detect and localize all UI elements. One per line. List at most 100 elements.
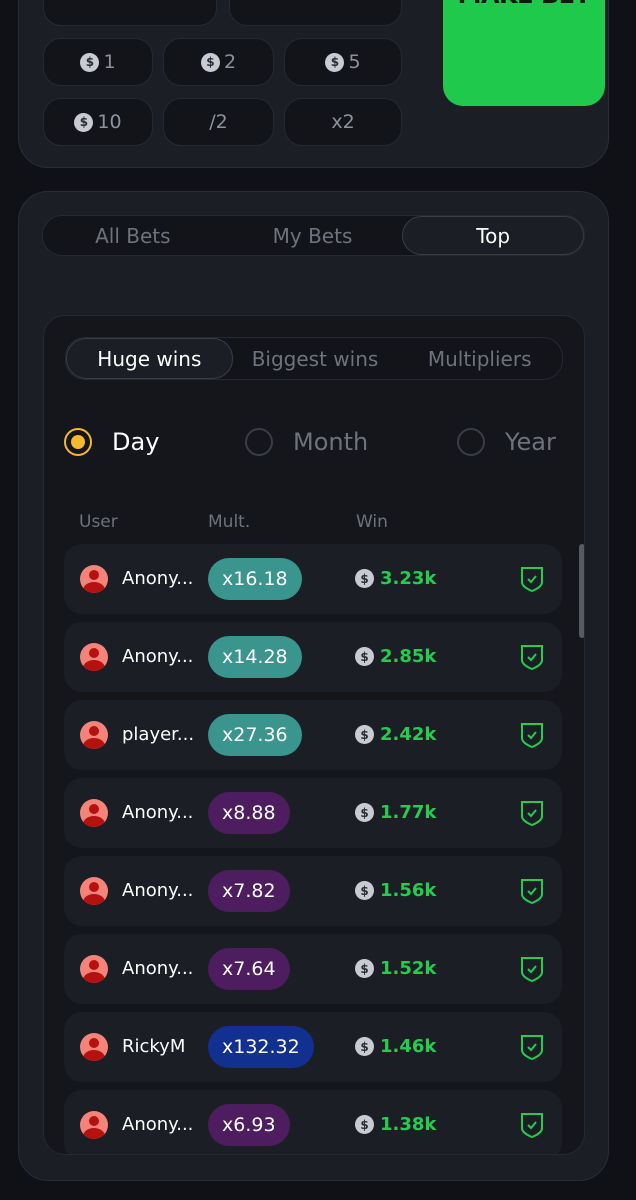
tab-my-bets[interactable]: My Bets [223,216,403,255]
provably-fair-shield-icon[interactable] [520,800,544,827]
table-row: Anony... x16.18 $3.23k [64,544,562,614]
coin-icon: $ [355,881,374,900]
provably-fair-shield-icon[interactable] [520,722,544,749]
coin-icon: $ [355,803,374,822]
win-amount: $1.38k [355,1114,436,1135]
win-amount: $1.56k [355,880,436,901]
coin-icon: $ [355,647,374,666]
chip-button[interactable]: $2 [163,38,274,86]
bets-tabs: All Bets My Bets Top [42,215,585,256]
win-value: 2.85k [380,646,437,667]
avatar [80,955,108,983]
radio-label: Day [112,428,160,456]
coin-icon: $ [355,1037,374,1056]
chip-label: 10 [97,111,122,133]
provably-fair-shield-icon[interactable] [520,644,544,671]
col-win: Win [356,512,388,532]
chip-button[interactable]: x2 [284,98,402,146]
win-value: 1.52k [380,958,437,979]
tab-huge-wins[interactable]: Huge wins [66,338,233,379]
win-amount: $1.52k [355,958,436,979]
provably-fair-shield-icon[interactable] [520,878,544,905]
radio-circle[interactable] [457,428,485,456]
top-tabs: Huge wins Biggest wins Multipliers [65,337,563,380]
avatar [80,565,108,593]
coin-icon: $ [325,52,345,72]
avatar [80,721,108,749]
radio-year[interactable]: Year [457,428,556,456]
make-bet-button[interactable]: MAKE BET [443,0,605,106]
top-wins-panel: Huge wins Biggest wins Multipliers Day Mont… [43,315,585,1155]
table-row: RickyM x132.32 $1.46k [64,1012,562,1082]
tab-top[interactable]: Top [402,216,585,255]
multiplier-badge: x132.32 [208,1026,314,1068]
bet-panel: $1$2$5$10/2x2 MAKE BET [18,0,609,168]
multiplier-badge: x14.28 [208,636,302,678]
chip-label: /2 [209,111,228,133]
chip-label: 2 [223,51,237,73]
table-row: Anony... x7.64 $1.52k [64,934,562,1004]
col-user: User [79,512,118,532]
coin-icon: $ [200,52,220,72]
chip-label: x2 [331,111,355,133]
win-amount: $2.85k [355,646,436,667]
user-name: Anony... [122,1114,194,1135]
bet-amount-input[interactable] [43,0,217,26]
radio-month[interactable]: Month [245,428,368,456]
tab-multipliers[interactable]: Multipliers [397,338,562,379]
table-row: player... x27.36 $2.42k [64,700,562,770]
chip-button[interactable]: $5 [284,38,402,86]
win-value: 1.38k [380,1114,437,1135]
provably-fair-shield-icon[interactable] [520,566,544,593]
win-value: 1.46k [380,1036,437,1057]
multiplier-badge: x16.18 [208,558,302,600]
multiplier-badge: x7.82 [208,870,290,912]
provably-fair-shield-icon[interactable] [520,1034,544,1061]
win-amount: $1.77k [355,802,436,823]
user-name: player... [122,724,195,745]
table-row: Anony... x14.28 $2.85k [64,622,562,692]
avatar [80,877,108,905]
coin-icon: $ [355,725,374,744]
radio-day[interactable]: Day [64,428,159,456]
user-name: Anony... [122,958,194,979]
provably-fair-shield-icon[interactable] [520,956,544,983]
coin-icon: $ [355,959,374,978]
radio-label: Month [293,428,369,456]
win-value: 1.56k [380,880,437,901]
chip-button[interactable]: $10 [43,98,153,146]
chip-button[interactable]: /2 [163,98,274,146]
scrollbar[interactable] [579,544,584,638]
avatar [80,1111,108,1139]
multiplier-badge: x6.93 [208,1104,290,1146]
win-amount: $2.42k [355,724,436,745]
table-row: Anony... x8.88 $1.77k [64,778,562,848]
coin-icon: $ [74,112,94,132]
avatar [80,1033,108,1061]
table-row: Anony... x6.93 $1.38k [64,1090,562,1154]
tab-all-bets[interactable]: All Bets [43,216,223,255]
tab-biggest-wins[interactable]: Biggest wins [233,338,398,379]
chip-label: 1 [103,51,116,73]
user-name: Anony... [122,646,194,667]
chip-label: 5 [348,51,361,73]
avatar [80,643,108,671]
win-amount: $3.23k [355,568,436,589]
table-row: Anony... x7.82 $1.56k [64,856,562,926]
bet-field[interactable] [229,0,402,26]
radio-circle[interactable] [245,428,273,456]
radio-circle[interactable] [64,428,92,456]
coin-icon: $ [80,52,100,72]
radio-label: Year [505,428,556,456]
user-name: Anony... [122,568,194,589]
win-amount: $1.46k [355,1036,436,1057]
provably-fair-shield-icon[interactable] [520,1112,544,1139]
user-name: Anony... [122,880,194,901]
user-name: Anony... [122,802,194,823]
chip-button[interactable]: $1 [43,38,153,86]
col-mult: Mult. [208,512,251,532]
win-value: 1.77k [380,802,437,823]
multiplier-badge: x8.88 [208,792,290,834]
win-value: 3.23k [380,568,437,589]
coin-icon: $ [355,569,374,588]
